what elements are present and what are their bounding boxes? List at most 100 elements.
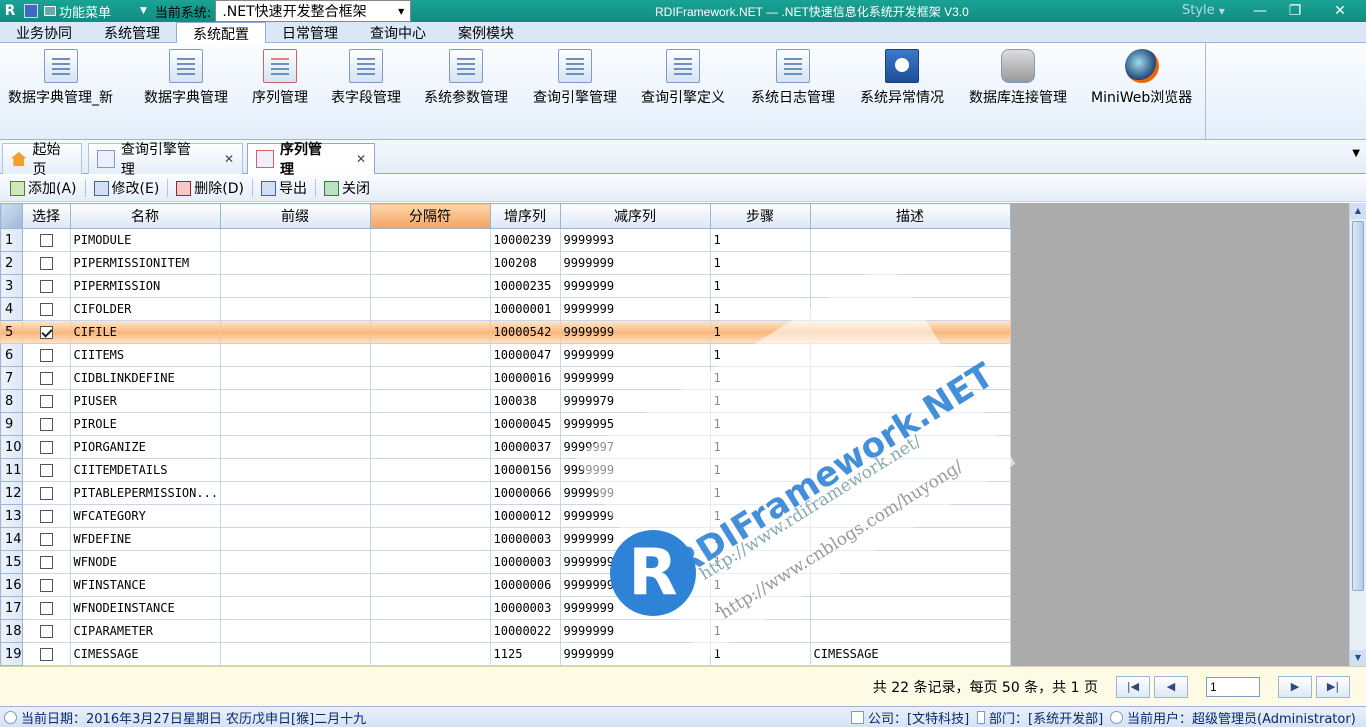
table-row[interactable]: 16 WFINSTANCE 10000006 9999999 1	[0, 573, 1011, 597]
close-icon[interactable]: ✕	[224, 152, 234, 166]
prev-page-button[interactable]: ◀	[1154, 675, 1188, 698]
row-number[interactable]: 1	[0, 228, 23, 252]
cell-step[interactable]: 1	[709, 573, 811, 597]
cell-prefix[interactable]	[219, 504, 371, 528]
table-row[interactable]: 7 CIDBLINKDEFINE 10000016 9999999 1	[0, 366, 1011, 390]
cell-decrement[interactable]: 9999999	[559, 320, 711, 344]
row-number[interactable]: 8	[0, 389, 23, 413]
row-checkbox[interactable]	[39, 257, 53, 270]
table-row[interactable]: 8 PIUSER 100038 9999979 1	[0, 389, 1011, 413]
cell-step[interactable]: 1	[709, 550, 811, 574]
cell-step[interactable]: 1	[709, 435, 811, 459]
last-page-button[interactable]: ▶|	[1316, 675, 1350, 698]
column-header-step[interactable]: 步骤	[709, 203, 811, 229]
cell-description[interactable]	[809, 550, 1011, 574]
cell-prefix[interactable]	[219, 343, 371, 367]
row-number[interactable]: 18	[0, 619, 23, 643]
cell-name[interactable]: CIFILE	[69, 320, 221, 344]
table-row[interactable]: 14 WFDEFINE 10000003 9999999 1	[0, 527, 1011, 551]
row-checkbox[interactable]	[39, 533, 53, 546]
cell-decrement[interactable]: 9999999	[559, 297, 711, 321]
scroll-thumb[interactable]	[1352, 221, 1364, 591]
first-page-button[interactable]: |◀	[1116, 675, 1150, 698]
cell-decrement[interactable]: 9999999	[559, 573, 711, 597]
cell-description[interactable]: CIMESSAGE	[809, 642, 1011, 666]
cell-name[interactable]: PIMODULE	[69, 228, 221, 252]
cell-increment[interactable]: 10000016	[489, 366, 561, 390]
scroll-down-arrow-icon[interactable]: ▼	[1350, 650, 1366, 666]
cell-description[interactable]	[809, 228, 1011, 252]
cell-name[interactable]: PITABLEPERMISSION...	[69, 481, 221, 505]
cell-description[interactable]	[809, 343, 1011, 367]
row-checkbox[interactable]	[39, 648, 53, 661]
tab-daily-management[interactable]: 日常管理	[266, 22, 354, 43]
column-header-decrement[interactable]: 减序列	[559, 203, 711, 229]
cell-description[interactable]	[809, 527, 1011, 551]
row-checkbox[interactable]	[39, 487, 53, 500]
cell-separator[interactable]	[369, 435, 491, 459]
style-selector[interactable]: Style ▼	[1182, 3, 1225, 18]
column-header-name[interactable]: 名称	[69, 203, 221, 229]
current-system-select[interactable]: .NET快速开发整合框架 ▼	[215, 0, 412, 22]
cell-decrement[interactable]: 9999999	[559, 527, 711, 551]
cell-step[interactable]: 1	[709, 366, 811, 390]
cell-decrement[interactable]: 9999993	[559, 228, 711, 252]
cell-description[interactable]	[809, 573, 1011, 597]
chevron-down-icon[interactable]: ▼	[140, 6, 147, 16]
cell-prefix[interactable]	[219, 320, 371, 344]
cell-increment[interactable]: 100038	[489, 389, 561, 413]
cell-prefix[interactable]	[219, 596, 371, 620]
close-button[interactable]: 关闭	[318, 177, 376, 199]
cell-prefix[interactable]	[219, 481, 371, 505]
row-checkbox[interactable]	[39, 510, 53, 523]
cell-prefix[interactable]	[219, 412, 371, 436]
cell-name[interactable]: CIFOLDER	[69, 297, 221, 321]
cell-separator[interactable]	[369, 228, 491, 252]
row-checkbox[interactable]	[39, 556, 53, 569]
cell-decrement[interactable]: 9999999	[559, 343, 711, 367]
column-header-separator[interactable]: 分隔符	[369, 203, 491, 229]
cell-step[interactable]: 1	[709, 481, 811, 505]
cell-separator[interactable]	[369, 297, 491, 321]
tab-system-management[interactable]: 系统管理	[88, 22, 176, 43]
close-window-button[interactable]: ✕	[1320, 0, 1360, 22]
row-number[interactable]: 4	[0, 297, 23, 321]
cell-prefix[interactable]	[219, 228, 371, 252]
ribbon-dictionary-new-button[interactable]: 数据字典管理_新	[8, 49, 113, 107]
cell-description[interactable]	[809, 274, 1011, 298]
cell-name[interactable]: CIMESSAGE	[69, 642, 221, 666]
cell-step[interactable]: 1	[709, 504, 811, 528]
row-checkbox[interactable]	[39, 625, 53, 638]
cell-name[interactable]: PIROLE	[69, 412, 221, 436]
edit-button[interactable]: 修改(E)	[88, 177, 166, 199]
cell-step[interactable]: 1	[709, 297, 811, 321]
cell-name[interactable]: WFINSTANCE	[69, 573, 221, 597]
cell-description[interactable]	[809, 251, 1011, 275]
row-checkbox[interactable]	[39, 602, 53, 615]
cell-increment[interactable]: 10000003	[489, 550, 561, 574]
cell-description[interactable]	[809, 596, 1011, 620]
cell-separator[interactable]	[369, 389, 491, 413]
page-tab-sequence[interactable]: 序列管理 ✕	[247, 142, 375, 178]
table-row[interactable]: 9 PIROLE 10000045 9999995 1	[0, 412, 1011, 436]
cell-separator[interactable]	[369, 481, 491, 505]
row-checkbox[interactable]	[39, 326, 53, 339]
row-number[interactable]: 10	[0, 435, 23, 459]
page-number-input[interactable]	[1206, 676, 1260, 697]
cell-name[interactable]: WFCATEGORY	[69, 504, 221, 528]
ribbon-exception-button[interactable]: 系统异常情况	[860, 49, 944, 107]
table-row[interactable]: 4 CIFOLDER 10000001 9999999 1	[0, 297, 1011, 321]
cell-description[interactable]	[809, 458, 1011, 482]
cell-separator[interactable]	[369, 527, 491, 551]
column-header-prefix[interactable]: 前缀	[219, 203, 371, 229]
cell-prefix[interactable]	[219, 573, 371, 597]
cell-decrement[interactable]: 9999995	[559, 412, 711, 436]
cell-separator[interactable]	[369, 550, 491, 574]
cell-separator[interactable]	[369, 596, 491, 620]
cell-separator[interactable]	[369, 343, 491, 367]
ribbon-sequence-button[interactable]: 序列管理	[252, 49, 308, 107]
row-number[interactable]: 11	[0, 458, 23, 482]
cell-name[interactable]: WFDEFINE	[69, 527, 221, 551]
cell-separator[interactable]	[369, 274, 491, 298]
row-checkbox[interactable]	[39, 464, 53, 477]
